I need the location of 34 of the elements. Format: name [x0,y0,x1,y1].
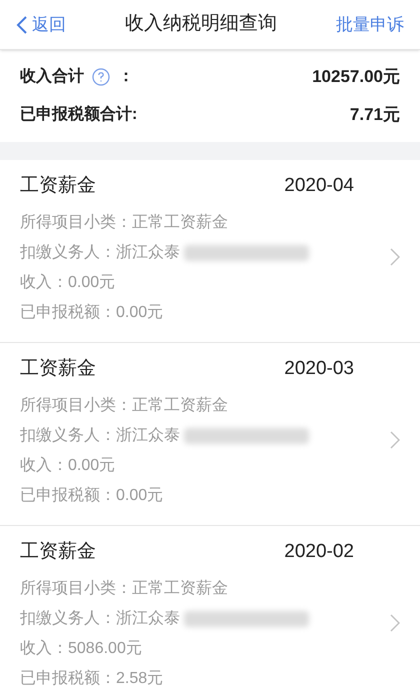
record-row[interactable]: 工资薪金 2020-02 所得项目小类：正常工资薪金 扣缴义务人：浙江众泰 收入：5086.00元 已申报税额：2.58元 [0,526,420,697]
record-row[interactable]: 工资薪金 2020-03 所得项目小类：正常工资薪金 扣缴义务人：浙江众泰 收入：0.00元 已申报税额：0.00元 [0,343,420,526]
record-period: 2020-04 [284,174,354,198]
record-row[interactable]: 工资薪金 2020-04 所得项目小类：正常工资薪金 扣缴义务人：浙江众泰 收入：0.00元 已申报税额：0.00元 [0,160,420,343]
withholder-text: 扣缴义务人：浙江众泰 [20,426,180,446]
page-title: 收入纳税明细查询 [125,12,277,36]
record-type: 工资薪金 [20,540,96,564]
record-type: 工资薪金 [20,174,96,198]
record-period: 2020-02 [284,540,354,564]
withholder-text: 扣缴义务人：浙江众泰 [20,242,180,262]
income-text: 收入：0.00元 [20,456,116,476]
chevron-right-icon [390,431,400,449]
summary-value: 10257.00元 [312,66,400,88]
tax-text: 已申报税额：2.58元 [20,668,164,688]
summary-label: 已申报税额合计: [20,104,138,125]
income-text: 收入：0.00元 [20,272,116,292]
chevron-right-icon [390,248,400,266]
subcategory-text: 所得项目小类：正常工资薪金 [20,212,229,232]
subcategory-text: 所得项目小类：正常工资薪金 [20,578,229,598]
back-button[interactable]: 返回 [16,12,66,38]
batch-appeal-button[interactable]: 批量申诉 [336,12,404,38]
tax-text: 已申报税额：0.00元 [20,302,164,322]
income-text: 收入：5086.00元 [20,638,143,658]
help-icon[interactable] [92,68,110,86]
record-period: 2020-03 [284,357,354,381]
summary-label: 收入合计 [20,66,84,87]
record-type: 工资薪金 [20,357,96,381]
colon-text: ： [118,67,134,87]
summary-value: 7.71元 [350,104,400,126]
chevron-left-icon [16,14,28,34]
subcategory-text: 所得项目小类：正常工资薪金 [20,396,229,416]
withholder-text: 扣缴义务人：浙江众泰 [20,608,180,628]
tax-text: 已申报税额：0.00元 [20,486,164,506]
chevron-right-icon [390,614,400,632]
